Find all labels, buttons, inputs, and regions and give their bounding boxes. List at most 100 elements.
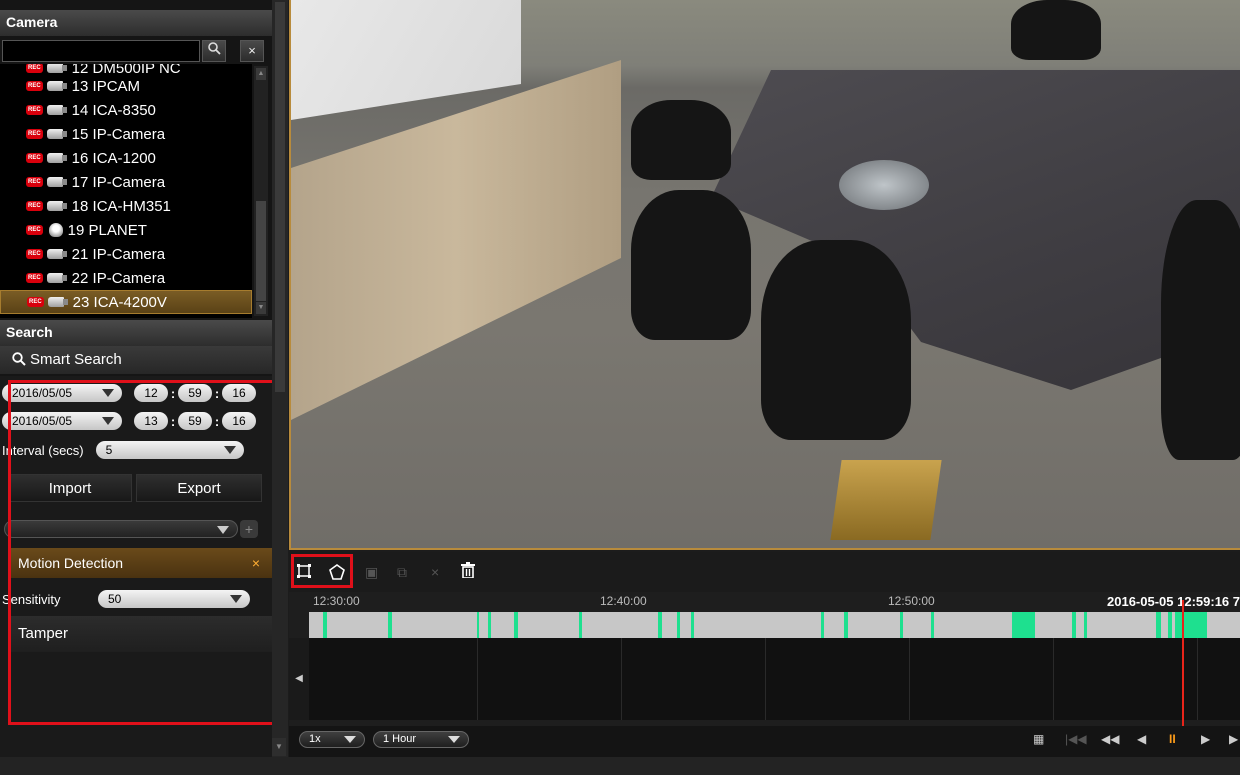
timeline-gridline [1197,638,1198,720]
status-bar [0,757,1240,775]
list-item-selected[interactable]: REC 23 ICA-4200V [0,290,252,314]
camera-label: 15 IP-Camera [71,125,166,143]
playhead[interactable] [1182,600,1185,726]
current-timestamp: 2016-05-05 12:59:16 7 [1107,594,1240,609]
motion-segment[interactable] [1168,612,1173,638]
copy-icon[interactable]: ▣ [365,564,378,581]
camera-label: 14 ICA-8350 [71,101,156,119]
timeline[interactable]: 12:30:00 12:40:00 12:50:00 2016-05-05 12… [289,592,1240,726]
video-scene-phone [839,160,929,210]
search-section-header: Search [0,320,272,346]
motion-segment[interactable] [1156,612,1161,638]
motion-segment[interactable] [388,612,392,638]
camera-label: 23 ICA-4200V [72,293,167,311]
motion-segment[interactable] [1011,612,1036,638]
motion-segment[interactable] [676,612,680,638]
list-item[interactable]: REC 16 ICA-1200 [0,146,252,170]
camera-label: 13 IPCAM [71,77,141,95]
search-button[interactable] [202,40,226,62]
bullet-camera-icon [46,248,69,260]
rec-badge: REC [26,153,43,163]
motion-segment[interactable] [578,612,582,638]
motion-segment[interactable] [1083,612,1088,638]
list-item[interactable]: REC 12 DM500IP NC [0,64,252,74]
pause-icon[interactable]: II [1169,732,1176,746]
rec-badge: REC [26,201,43,211]
scroll-up-icon[interactable]: ▲ [256,68,266,80]
motion-segment[interactable] [690,612,695,638]
list-item[interactable]: REC 22 IP-Camera [0,266,252,290]
video-scene-chair [1011,0,1101,60]
step-forward-icon[interactable]: ▶ [1201,732,1210,746]
region-toolbar: ▣ ⧉ × [289,552,1240,592]
motion-segment[interactable] [487,612,491,638]
list-item[interactable]: REC 13 IPCAM [0,74,252,98]
fast-forward-icon[interactable]: ▶ [1229,732,1238,746]
motion-segment[interactable] [1072,612,1077,638]
scroll-down-icon[interactable]: ▼ [256,302,266,314]
rec-badge: REC [27,297,44,307]
camera-search-input[interactable] [2,40,200,62]
search-icon [12,351,30,368]
paste-icon[interactable]: ⧉ [397,564,407,581]
trash-icon[interactable] [461,562,475,581]
video-scene-bag [830,460,942,540]
chevron-down-icon [448,736,460,743]
highlight-box [8,380,276,725]
scrollbar-thumb[interactable] [275,2,285,392]
motion-segment[interactable] [658,612,662,638]
rewind-icon[interactable]: ◀◀ [1101,732,1119,746]
list-item[interactable]: REC 15 IP-Camera [0,122,252,146]
motion-event-bar[interactable] [309,612,1240,638]
clear-search-button[interactable]: × [240,40,264,62]
timeline-scroll-left-icon[interactable]: ◀ [289,638,309,720]
rec-badge: REC [26,105,43,115]
motion-segment[interactable] [513,612,518,638]
list-item[interactable]: REC 21 IP-Camera [0,242,252,266]
delete-icon[interactable]: × [431,564,439,580]
range-select[interactable]: 1 Hour [373,731,469,748]
camera-label: 18 ICA-HM351 [71,197,171,215]
motion-segment[interactable] [930,612,934,638]
timeline-gridline [621,638,622,720]
smart-search-tab[interactable]: Smart Search [0,346,272,374]
scrollbar-thumb[interactable] [256,201,266,301]
skip-to-start-icon[interactable]: |◀◀ [1065,732,1087,746]
bullet-camera-icon [46,200,69,212]
calendar-icon[interactable]: ▦ [1033,732,1044,746]
motion-segment[interactable] [900,612,903,638]
playback-bar: 1x 1 Hour ▦ |◀◀ ◀◀ ◀ II ▶ ▶ [289,726,1240,757]
step-back-icon[interactable]: ◀ [1137,732,1146,746]
list-item[interactable]: REC 14 ICA-8350 [0,98,252,122]
video-scene-chair [631,100,731,180]
timeline-tick-label: 12:30:00 [313,594,360,608]
camera-section-header: Camera [0,10,272,36]
motion-segment[interactable] [844,612,849,638]
list-item[interactable]: REC 17 IP-Camera [0,170,252,194]
motion-segment[interactable] [322,612,327,638]
rec-badge: REC [26,249,43,259]
camera-label: 22 IP-Camera [71,269,166,287]
timeline-track[interactable] [309,638,1240,720]
bullet-camera-icon [46,104,69,116]
scroll-down-icon[interactable]: ▼ [272,738,286,756]
timeline-tick-label: 12:40:00 [600,594,647,608]
video-scene-chair [761,240,911,440]
smart-search-label: Smart Search [30,351,122,368]
camera-label: 16 ICA-1200 [71,149,156,167]
rec-badge: REC [26,225,43,235]
list-item[interactable]: REC 19 PLANET [0,218,252,242]
left-panel-scrollbar[interactable] [272,0,288,757]
camera-label: 12 DM500IP NC [71,64,181,74]
dome-camera-icon [48,223,63,237]
rec-badge: REC [26,273,43,283]
motion-segment[interactable] [1174,612,1208,638]
speed-select[interactable]: 1x [299,731,365,748]
timeline-gridline [765,638,766,720]
list-item[interactable]: REC 18 ICA-HM351 [0,194,252,218]
video-view[interactable] [289,0,1240,550]
bullet-camera-icon [46,128,69,140]
camera-list-scrollbar[interactable]: ▲ ▼ [254,66,268,316]
motion-segment[interactable] [476,612,480,638]
motion-segment[interactable] [821,612,824,638]
